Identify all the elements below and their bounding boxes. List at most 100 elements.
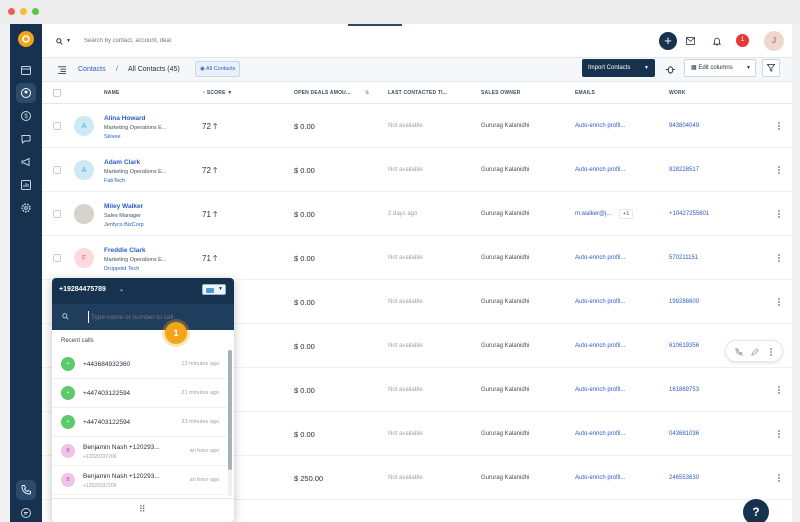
work-phone[interactable]: 043681036 xyxy=(669,431,699,437)
contact-email[interactable]: Auto-enrich profil... xyxy=(575,431,625,437)
row-checkbox[interactable] xyxy=(53,210,61,218)
minimize-window-dot[interactable] xyxy=(20,8,27,15)
notification-badge[interactable]: 1 xyxy=(736,34,749,47)
contact-email[interactable]: Auto-enrich profil... xyxy=(575,475,625,481)
work-phone[interactable]: 570211151 xyxy=(669,255,698,261)
work-phone[interactable]: 943804049 xyxy=(669,123,699,129)
dialer-search-input[interactable] xyxy=(88,311,218,323)
row-more-icon[interactable] xyxy=(778,254,780,262)
nav-contacts[interactable] xyxy=(16,83,36,103)
contact-name[interactable]: Alina Howard xyxy=(104,115,146,122)
recent-call-item[interactable]: B Benjamin Nash +120293... +12029337206 an … xyxy=(52,437,227,466)
contact-company[interactable]: Jenfycs BizCorp xyxy=(104,222,144,228)
calls-scrollbar[interactable] xyxy=(228,350,232,496)
filter-button[interactable] xyxy=(762,59,780,77)
table-row[interactable]: Miley Walker Sales Manager Jenfycs BizCorp… xyxy=(42,192,792,236)
contact-company[interactable]: Skivee xyxy=(104,134,121,140)
edit-icon[interactable] xyxy=(751,348,759,356)
work-phone[interactable]: 610619356 xyxy=(669,343,699,349)
dialer-number[interactable]: +19284475789 xyxy=(59,286,106,293)
email-extra-badge[interactable]: +1 xyxy=(619,209,634,219)
contact-email[interactable]: Auto-enrich profil... xyxy=(575,167,625,173)
call-off-icon[interactable] xyxy=(735,348,743,356)
col-work[interactable]: WORK xyxy=(669,90,686,96)
contact-email[interactable]: Auto-enrich profil... xyxy=(575,343,625,349)
bell-icon[interactable] xyxy=(713,36,721,46)
nav-phone[interactable] xyxy=(16,480,36,500)
help-button[interactable]: ? xyxy=(743,499,769,522)
col-score[interactable]: ◔ SCORE ▼ xyxy=(202,90,232,96)
row-more-icon[interactable] xyxy=(778,474,780,482)
table-row[interactable]: A Adam Clark Marketing Operations E... FabT… xyxy=(42,148,792,192)
all-contacts-filter-tag[interactable]: ◉ All Contacts xyxy=(195,61,241,77)
contact-email[interactable]: Auto-enrich profil... xyxy=(575,299,625,305)
contact-name[interactable]: Freddie Clark xyxy=(104,247,146,254)
work-phone[interactable]: 928228517 xyxy=(669,167,699,173)
row-checkbox[interactable] xyxy=(53,254,61,262)
contact-company[interactable]: FabTech xyxy=(104,178,125,184)
edit-columns-button[interactable]: ▦ Edit columns ▼ xyxy=(684,59,756,77)
bug-icon[interactable] xyxy=(666,65,675,74)
contact-email[interactable]: Auto-enrich profil... xyxy=(575,255,625,261)
caller-name: Benjamin Nash +120293... xyxy=(83,444,160,451)
nav-chat[interactable] xyxy=(16,129,36,149)
call-settings-toggle[interactable]: ▼ xyxy=(202,284,226,295)
row-more-icon[interactable] xyxy=(778,122,780,130)
nav-deals[interactable]: $ xyxy=(16,106,36,126)
row-more-icon[interactable] xyxy=(770,348,772,356)
edit-columns-caret[interactable]: ▼ xyxy=(746,60,751,76)
view-title: All Contacts (45) xyxy=(128,66,180,73)
recent-call-item[interactable]: B Benjamin Nash +120293... +12029337206 an … xyxy=(52,466,227,495)
table-row[interactable]: A Alina Howard Marketing Operations E... Sk… xyxy=(42,104,792,148)
col-last-contacted[interactable]: LAST CONTACTED TI... xyxy=(388,90,447,96)
contact-name[interactable]: Miley Walker xyxy=(104,203,143,210)
caller-avatar: B xyxy=(61,473,75,487)
recent-call-item[interactable]: + +447403122594 21 minutes ago xyxy=(52,379,227,408)
recent-call-item[interactable]: + +443684932360 13 minutes ago xyxy=(52,350,227,379)
search-scope-dropdown[interactable]: ▼ xyxy=(56,35,78,47)
work-phone[interactable]: 161869753 xyxy=(669,387,699,393)
breadcrumb-contacts[interactable]: Contacts xyxy=(78,66,106,73)
mail-icon[interactable] xyxy=(686,37,695,45)
row-more-icon[interactable] xyxy=(778,210,780,218)
nav-messages[interactable] xyxy=(16,503,36,522)
nav-settings[interactable] xyxy=(16,198,36,218)
col-open-deals-sort[interactable]: ⇅ xyxy=(365,90,369,96)
import-dropdown-caret[interactable]: ▼ xyxy=(644,59,649,77)
row-more-icon[interactable] xyxy=(778,386,780,394)
maximize-window-dot[interactable] xyxy=(32,8,39,15)
app-logo[interactable] xyxy=(18,31,34,47)
contact-email[interactable]: Auto-enrich profil... xyxy=(575,123,625,129)
row-checkbox[interactable] xyxy=(53,166,61,174)
nav-campaigns[interactable] xyxy=(16,152,36,172)
select-all-checkbox[interactable] xyxy=(53,89,61,97)
global-search-input[interactable] xyxy=(84,34,324,48)
quick-add-button[interactable]: + xyxy=(659,32,677,50)
row-more-icon[interactable] xyxy=(778,430,780,438)
row-more-icon[interactable] xyxy=(778,166,780,174)
recent-call-item[interactable]: + +447403122594 33 minutes ago xyxy=(52,408,227,437)
work-phone[interactable]: +10427255601 xyxy=(669,211,709,217)
dialpad-icon[interactable]: ⠿ xyxy=(139,504,146,515)
col-emails[interactable]: EMAILS xyxy=(575,90,595,96)
close-window-dot[interactable] xyxy=(8,8,15,15)
contact-company[interactable]: Druppoid Tech xyxy=(104,266,139,272)
contact-email[interactable]: Auto-enrich profil... xyxy=(575,387,625,393)
contact-name[interactable]: Adam Clark xyxy=(104,159,140,166)
contact-email[interactable]: m.walker@j... xyxy=(575,211,611,217)
col-name[interactable]: NAME xyxy=(104,90,120,96)
calls-scrollbar-thumb[interactable] xyxy=(228,350,232,470)
work-phone[interactable]: 246553630 xyxy=(669,475,699,481)
col-sales-owner[interactable]: SALES OWNER xyxy=(481,90,520,96)
number-chevron-icon[interactable]: ⌄ xyxy=(119,286,124,293)
row-checkbox[interactable] xyxy=(53,122,61,130)
work-phone[interactable]: 199288600 xyxy=(669,299,699,305)
nav-calendar[interactable] xyxy=(16,60,36,80)
row-more-icon[interactable] xyxy=(778,298,780,306)
sidebar-toggle-icon[interactable] xyxy=(58,66,66,74)
nav-reports[interactable] xyxy=(16,175,36,195)
table-row[interactable]: F Freddie Clark Marketing Operations E... D… xyxy=(42,236,792,280)
col-open-deals[interactable]: OPEN DEALS AMOU... xyxy=(294,90,351,96)
import-contacts-button[interactable]: Import Contacts ▼ xyxy=(582,59,655,77)
user-avatar[interactable]: J xyxy=(764,31,784,51)
